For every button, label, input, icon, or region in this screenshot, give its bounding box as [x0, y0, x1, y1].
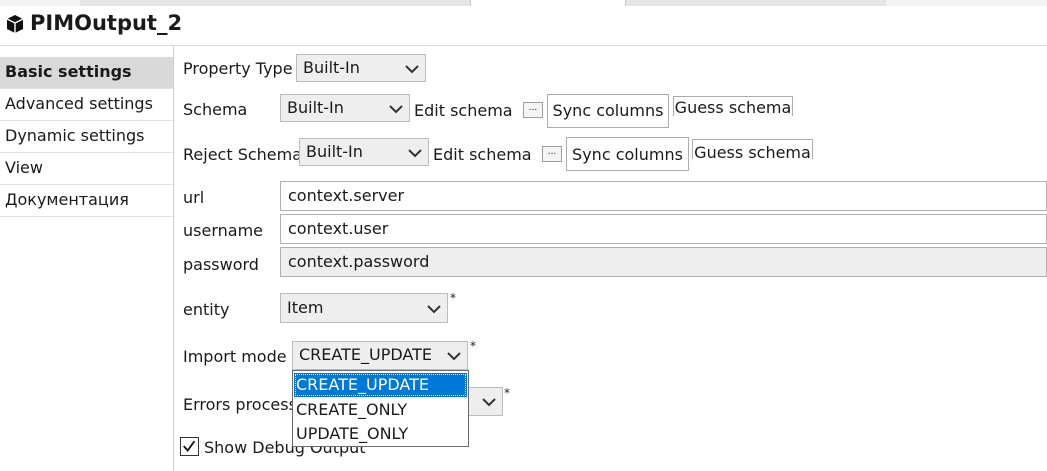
import-mode-option-create-only[interactable]: CREATE_ONLY: [294, 398, 467, 422]
url-label: url: [183, 188, 205, 207]
reject-schema-label: Reject Schema: [183, 145, 303, 164]
reject-schema-edit-label: Edit schema: [433, 145, 532, 164]
sidebar-item-view[interactable]: View: [0, 153, 173, 185]
sidebar-item-basic-settings[interactable]: Basic settings: [0, 57, 173, 89]
entity-select[interactable]: Item: [280, 293, 448, 323]
schema-sync-columns-button[interactable]: Sync columns: [547, 94, 669, 128]
username-field[interactable]: context.user: [280, 214, 1047, 244]
import-mode-required-marker: *: [470, 339, 476, 353]
import-mode-dropdown-list: CREATE_UPDATE CREATE_ONLY UPDATE_ONLY: [292, 370, 469, 447]
reject-schema-guess-schema-button[interactable]: Guess schema: [692, 139, 813, 159]
schema-guess-schema-button[interactable]: Guess schema: [673, 96, 793, 116]
show-debug-output-checkbox[interactable]: [180, 437, 199, 456]
username-label: username: [183, 221, 263, 240]
url-field[interactable]: context.server: [280, 181, 1047, 211]
property-type-label: Property Type: [183, 59, 293, 78]
chevron-down-icon: [447, 352, 461, 361]
import-mode-option-create-update[interactable]: CREATE_UPDATE: [294, 373, 467, 397]
sidebar-item-dynamic-settings[interactable]: Dynamic settings: [0, 121, 173, 153]
reject-schema-edit-button[interactable]: ...: [542, 146, 562, 162]
schema-edit-label: Edit schema: [414, 101, 513, 120]
chevron-down-icon: [408, 149, 422, 158]
password-label: password: [183, 255, 259, 274]
chevron-down-icon: [427, 305, 441, 314]
schema-select[interactable]: Built-In: [280, 94, 410, 122]
schema-label: Schema: [183, 100, 248, 119]
chevron-down-icon: [389, 105, 403, 114]
component-cube-icon: [6, 15, 24, 33]
import-mode-select[interactable]: CREATE_UPDATE: [292, 341, 468, 370]
sidebar-item-advanced-settings[interactable]: Advanced settings: [0, 89, 173, 121]
entity-required-marker: *: [450, 291, 456, 305]
schema-value: Built-In: [287, 98, 344, 117]
property-type-select[interactable]: Built-In: [296, 54, 426, 82]
property-type-value: Built-In: [303, 58, 360, 77]
settings-sidebar: Basic settings Advanced settings Dynamic…: [0, 46, 174, 471]
import-mode-option-update-only[interactable]: UPDATE_ONLY: [294, 422, 467, 446]
component-title: PIMOutput_2: [30, 11, 183, 35]
reject-schema-select[interactable]: Built-In: [299, 138, 429, 166]
checkmark-icon: [183, 440, 196, 452]
chevron-down-icon: [405, 65, 419, 74]
entity-value: Item: [287, 298, 324, 317]
reject-schema-value: Built-In: [306, 142, 363, 161]
entity-label: entity: [183, 300, 230, 319]
schema-edit-button[interactable]: ...: [523, 102, 543, 118]
errors-processing-required-marker: *: [504, 386, 510, 400]
sidebar-item-documentation[interactable]: Документация: [0, 185, 173, 217]
errors-processing-label: Errors process: [183, 395, 297, 414]
password-field[interactable]: context.password: [280, 247, 1047, 277]
chevron-down-icon: [482, 398, 496, 407]
import-mode-label: Import mode: [183, 347, 287, 366]
import-mode-value: CREATE_UPDATE: [299, 345, 432, 364]
reject-schema-sync-columns-button[interactable]: Sync columns: [566, 137, 689, 171]
